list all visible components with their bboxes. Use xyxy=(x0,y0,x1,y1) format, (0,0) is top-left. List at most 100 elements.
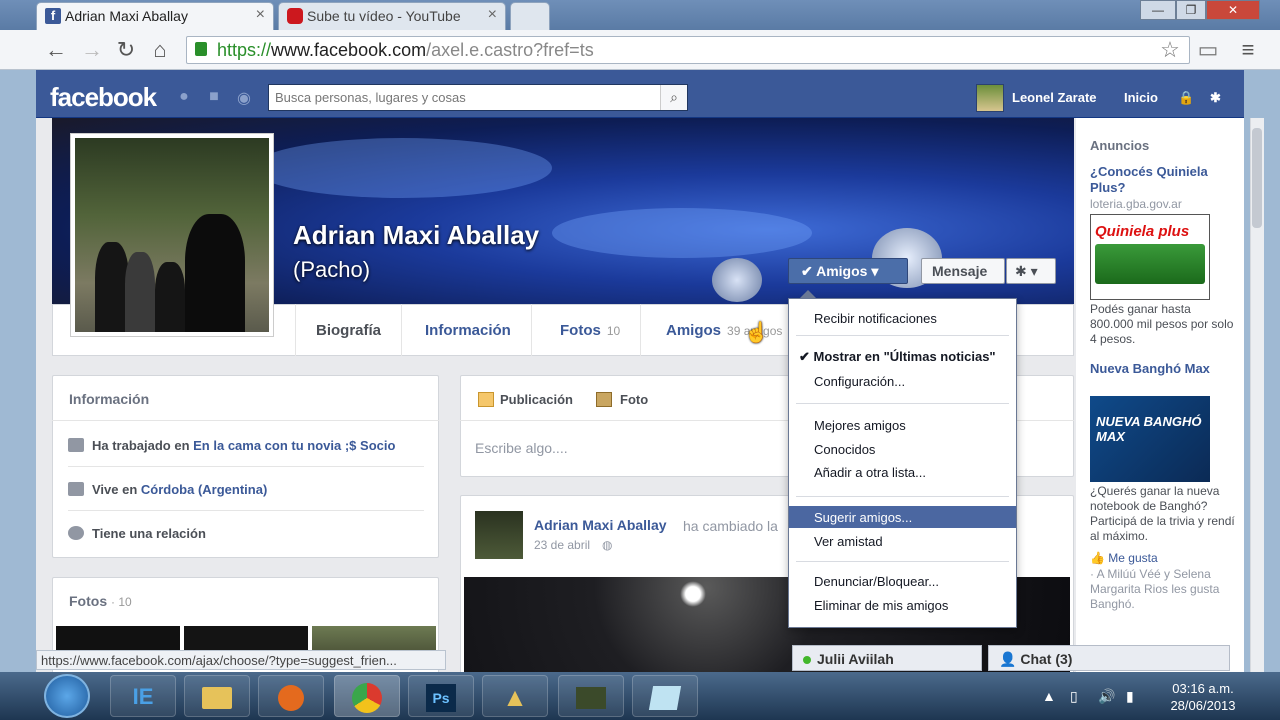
ad2-body: ¿Querés ganar la nueva notebook de Bangh… xyxy=(1090,484,1235,543)
ad2-image-text: NUEVA BANGHÓ MAX xyxy=(1096,414,1202,444)
close-tab-icon[interactable]: × xyxy=(488,6,497,24)
maximize-button[interactable]: ❐ xyxy=(1176,0,1206,20)
info-row-work: Ha trabajado en En la cama con tu novia … xyxy=(68,438,424,453)
taskbar-ie-icon[interactable]: IE xyxy=(110,675,176,717)
close-tab-icon[interactable]: × xyxy=(256,6,265,24)
composer-input[interactable]: Escribe algo.... xyxy=(475,440,568,456)
app-icon: ▲ xyxy=(502,682,528,712)
volume-icon[interactable]: 🔊 xyxy=(1098,688,1115,705)
heart-icon xyxy=(68,526,84,540)
tab-fotos[interactable]: Fotos 10 xyxy=(540,304,642,356)
location-link[interactable]: Córdoba (Argentina) xyxy=(141,482,267,497)
facebook-logo[interactable]: facebook xyxy=(50,82,157,113)
profile-options-button[interactable]: ✱ ▾ xyxy=(1006,258,1056,284)
info-row-location: Vive en Córdoba (Argentina) xyxy=(68,482,424,497)
menu-item-configuracion[interactable]: Configuración... xyxy=(789,370,1016,392)
menu-item-anadir-lista[interactable]: Añadir a otra lista... xyxy=(789,461,1016,483)
chat-sidebar-toggle[interactable]: 👤 Chat (3) xyxy=(988,645,1230,671)
friends-button[interactable]: ✔ Amigos ▾ xyxy=(788,258,908,284)
menu-item-denunciar[interactable]: Denunciar/Bloquear... xyxy=(789,570,1016,592)
info-text: Ha trabajado en xyxy=(92,438,194,453)
taskbar-camtasia-icon[interactable] xyxy=(558,675,624,717)
search-input[interactable]: Busca personas, lugares y cosas xyxy=(268,84,688,111)
tray-device-icon[interactable]: ▯ xyxy=(1070,688,1078,705)
ad1-image[interactable]: Quiniela plus xyxy=(1090,214,1210,300)
address-bar[interactable]: https://www.facebook.com/axel.e.castro?f… xyxy=(186,36,1190,64)
url-domain: www.facebook.com xyxy=(271,40,427,60)
forward-icon[interactable]: → xyxy=(80,38,104,62)
taskbar-app-icon[interactable]: ▲ xyxy=(482,675,548,717)
photo-person xyxy=(125,252,155,332)
menu-item-conocidos[interactable]: Conocidos xyxy=(789,438,1016,460)
photos-card-title[interactable]: Fotos · 10 xyxy=(69,593,132,609)
menu-item-recibir-notificaciones[interactable]: Recibir notificaciones xyxy=(789,307,1016,329)
home-link[interactable]: Inicio xyxy=(1124,90,1158,105)
home-icon[interactable]: ⌂ xyxy=(148,38,172,62)
menu-item-sugerir-amigos[interactable]: Sugerir amigos... xyxy=(789,506,1016,528)
reload-icon[interactable]: ↻ xyxy=(114,38,138,62)
cover-headlight xyxy=(712,258,762,302)
taskbar-photoshop-icon[interactable]: Ps xyxy=(408,675,474,717)
post-author[interactable]: Adrian Maxi Aballay xyxy=(534,517,667,533)
work-link[interactable]: En la cama con tu novia ;$ Socio xyxy=(193,438,395,453)
photo-icon xyxy=(596,392,612,407)
tab-facebook[interactable]: f Adrian Maxi Aballay × xyxy=(36,2,274,30)
search-icon[interactable]: ⌕ xyxy=(660,85,687,110)
start-button[interactable] xyxy=(44,674,90,718)
notifications-icon[interactable]: ◉ xyxy=(234,88,254,107)
message-button[interactable]: Mensaje xyxy=(921,258,1005,284)
tab-amigos[interactable]: Amigos 39 amigos xyxy=(646,304,802,356)
info-text: Vive en xyxy=(92,482,141,497)
clock-time: 03:16 a.m. xyxy=(1172,681,1234,696)
privacy-icon[interactable]: 🔒 xyxy=(1178,90,1194,106)
profile-picture[interactable] xyxy=(70,133,274,337)
online-dot-icon xyxy=(803,656,811,664)
photos-title-text: Fotos xyxy=(69,593,108,609)
menu-item-mostrar-noticias[interactable]: ✔ Mostrar en "Últimas noticias" xyxy=(789,345,1016,367)
close-window-button[interactable]: ✕ xyxy=(1206,0,1260,20)
photo-person xyxy=(185,214,245,332)
friend-requests-icon[interactable]: ● xyxy=(174,88,194,106)
info-text: Tiene una relación xyxy=(92,526,206,541)
ad1-domain[interactable]: loteria.gba.gov.ar xyxy=(1090,197,1235,212)
folder-icon xyxy=(202,687,232,710)
chat-tab-contact[interactable]: Julii Aviilah xyxy=(792,645,982,671)
bookmark-star-icon[interactable]: ☆ xyxy=(1158,38,1182,62)
post-avatar[interactable] xyxy=(475,511,523,559)
network-icon[interactable]: ▮ xyxy=(1126,688,1134,705)
ad2-headline[interactable]: Nueva Banghó Max xyxy=(1090,361,1235,377)
taskbar-explorer-icon[interactable] xyxy=(184,675,250,717)
tray-arrow-icon[interactable]: ▲ xyxy=(1042,688,1056,704)
ad2-like-link[interactable]: 👍 Me gusta xyxy=(1090,551,1235,566)
ad2-image[interactable]: NUEVA BANGHÓ MAX xyxy=(1090,396,1210,482)
profile-name[interactable]: Adrian Maxi Aballay xyxy=(293,220,539,251)
taskbar-clock[interactable]: 03:16 a.m. 28/06/2013 xyxy=(1148,680,1258,714)
publicacion-tab[interactable]: Publicación xyxy=(500,392,573,407)
minimize-button[interactable]: — xyxy=(1140,0,1176,20)
taskbar-media-icon[interactable] xyxy=(258,675,324,717)
photoshop-icon: Ps xyxy=(426,684,456,713)
menu-item-mejores-amigos[interactable]: Mejores amigos xyxy=(789,414,1016,436)
menu-item-ver-amistad[interactable]: Ver amistad xyxy=(789,530,1016,552)
window-icon[interactable]: ▭ xyxy=(1196,38,1220,62)
avatar[interactable] xyxy=(976,84,1004,112)
scrollbar-thumb[interactable] xyxy=(1252,128,1262,228)
taskbar-notes-icon[interactable] xyxy=(632,675,698,717)
post-date[interactable]: 23 de abril xyxy=(534,538,590,552)
menu-item-eliminar[interactable]: Eliminar de mis amigos xyxy=(789,594,1016,616)
ad1-headline[interactable]: ¿Conocés Quiniela Plus? xyxy=(1090,164,1235,196)
new-tab-button[interactable] xyxy=(510,2,550,30)
foto-tab[interactable]: Foto xyxy=(620,392,648,407)
url-scheme: https:// xyxy=(217,40,272,60)
settings-gear-icon[interactable]: ✱ xyxy=(1210,90,1221,106)
back-icon[interactable]: ← xyxy=(44,38,68,62)
taskbar-chrome-icon[interactable] xyxy=(334,675,400,717)
tab-youtube[interactable]: Sube tu vídeo - YouTube × xyxy=(278,2,506,30)
clock-date: 28/06/2013 xyxy=(1170,698,1236,713)
messages-icon[interactable]: ■ xyxy=(204,88,224,106)
user-name-link[interactable]: Leonel Zarate xyxy=(1012,90,1097,105)
tab-informacion[interactable]: Información xyxy=(405,304,532,356)
divider xyxy=(52,420,439,421)
menu-icon[interactable]: ≡ xyxy=(1236,38,1260,62)
tab-biografia[interactable]: Biografía xyxy=(295,304,403,356)
